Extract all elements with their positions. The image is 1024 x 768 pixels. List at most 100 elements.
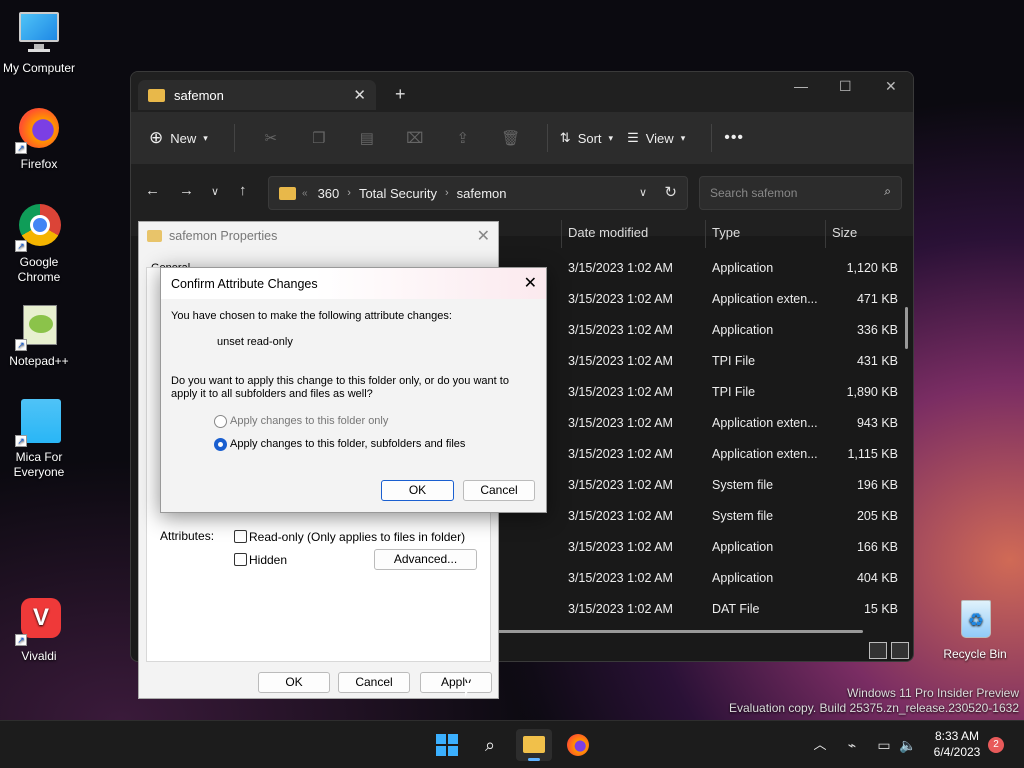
more-options-icon[interactable]: ••• — [724, 129, 744, 147]
forward-arrow-icon[interactable]: → — [179, 182, 194, 199]
file-type: Application — [712, 261, 774, 275]
tiles-view-icon[interactable] — [891, 642, 909, 659]
cut-icon[interactable]: ✂ — [247, 129, 295, 147]
column-header-type[interactable]: Type — [712, 225, 740, 240]
file-type: Application exten... — [712, 447, 818, 461]
view-button-label: View — [645, 130, 674, 146]
file-type: DAT File — [712, 602, 760, 616]
desktop-icon-vivaldi[interactable]: V ↗ Vivaldi — [0, 598, 79, 664]
chevron-up-icon[interactable]: ︿ — [802, 729, 838, 761]
advanced-button[interactable]: Advanced... — [374, 549, 477, 570]
radio-all-subfolders[interactable] — [214, 438, 227, 451]
chevron-right-icon: › — [347, 187, 351, 199]
confirm-question-line-1: Do you want to apply this change to this… — [171, 375, 509, 387]
shortcut-arrow-icon: ↗ — [15, 142, 27, 154]
attributes-label: Attributes: — [160, 529, 215, 543]
shortcut-arrow-icon: ↗ — [15, 435, 27, 447]
desktop-icon-label: Notepad++ — [9, 354, 69, 368]
overflow-icon[interactable]: « — [302, 188, 308, 199]
delete-icon[interactable]: 🗑 — [487, 129, 535, 147]
desktop-icon-mica[interactable]: ↗ Mica For Everyone — [0, 399, 79, 480]
confirm-cancel-button[interactable]: Cancel — [463, 480, 535, 501]
ok-button[interactable]: OK — [258, 672, 330, 693]
file-type: Application exten... — [712, 416, 818, 430]
file-explorer-taskbar-icon[interactable] — [516, 729, 552, 761]
desktop-icon-notepadpp[interactable]: ↗ Notepad++ — [0, 303, 79, 369]
notepadpp-icon: ↗ — [15, 303, 63, 351]
apply-button[interactable]: Apply — [420, 672, 492, 693]
explorer-chrome: safemon ✕ + — ☐ ✕ ⊕ New ▾ ✂ ❐ ▤ ⌧ ⇪ 🗑 ⇅ … — [131, 72, 913, 236]
hidden-checkbox[interactable] — [234, 553, 247, 566]
tab-title: safemon — [174, 87, 224, 103]
recycle-bin-icon: ♻ — [951, 596, 999, 644]
view-button[interactable]: ☰ View ▾ — [627, 130, 685, 146]
search-input[interactable]: Search safemon — [710, 186, 797, 200]
file-size: 431 KB — [856, 354, 898, 368]
maximize-icon[interactable]: ☐ — [839, 78, 852, 95]
address-bar[interactable]: « 360 › Total Security › safemon ∨ ↻ — [268, 176, 688, 210]
share-icon[interactable]: ⇪ — [439, 129, 487, 147]
cancel-button[interactable]: Cancel — [338, 672, 410, 693]
file-size: 1,115 KB — [847, 447, 898, 461]
desktop-icon-chrome[interactable]: ↗ Google Chrome — [0, 204, 79, 285]
desktop-icon-firefox[interactable]: ↗ Firefox — [0, 106, 79, 172]
breadcrumb-item[interactable]: 360 — [318, 186, 340, 201]
back-arrow-icon[interactable]: ← — [145, 182, 160, 199]
taskbar: ⌕ ︿ ⌁ ▭ 🔈 8:33 AM 6/4/2023 2 — [0, 720, 1024, 768]
desktop-icon-my-computer[interactable]: My Computer — [0, 10, 79, 76]
close-icon[interactable]: ✕ — [477, 226, 490, 246]
shortcut-arrow-icon: ↗ — [15, 240, 27, 252]
horizontal-scrollbar[interactable] — [497, 630, 863, 633]
properties-title: safemon Properties — [169, 229, 278, 243]
rename-icon[interactable]: ⌧ — [391, 129, 439, 147]
copy-icon[interactable]: ❐ — [295, 129, 343, 147]
start-windows-icon[interactable] — [429, 729, 465, 761]
breadcrumb-item[interactable]: safemon — [457, 186, 507, 201]
new-button[interactable]: ⊕ New ▾ — [149, 128, 208, 148]
explorer-tab[interactable]: safemon ✕ — [138, 80, 376, 110]
notification-badge[interactable]: 2 — [988, 737, 1004, 753]
radio-folder-only[interactable] — [214, 415, 227, 428]
desktop-icon-label: Firefox — [20, 157, 58, 171]
column-header-date[interactable]: Date modified — [568, 225, 648, 240]
confirm-ok-button[interactable]: OK — [381, 480, 454, 501]
refresh-icon[interactable]: ↻ — [664, 183, 677, 201]
breadcrumb-item[interactable]: Total Security — [359, 186, 437, 201]
sort-button[interactable]: ⇅ Sort ▾ — [560, 130, 613, 146]
recent-locations-icon[interactable]: ∨ — [211, 185, 219, 198]
shortcut-arrow-icon: ↗ — [15, 634, 27, 646]
properties-title-bar: safemon Properties — [147, 229, 277, 243]
column-header-size[interactable]: Size — [832, 225, 857, 240]
desktop-icon-recycle-bin[interactable]: ♻ Recycle Bin — [935, 596, 1015, 662]
hidden-label: Hidden — [249, 553, 288, 567]
file-date: 3/15/2023 1:02 AM — [568, 323, 673, 337]
sort-button-label: Sort — [577, 130, 602, 146]
search-icon[interactable]: ⌕ — [472, 729, 508, 761]
folder-icon — [148, 88, 165, 102]
mica-icon: ↗ — [15, 399, 63, 447]
search-box[interactable]: Search safemon ⌕ — [699, 176, 902, 210]
sort-icon: ⇅ — [559, 130, 571, 145]
file-date: 3/15/2023 1:02 AM — [568, 261, 673, 275]
clock-date[interactable]: 6/4/2023 — [930, 745, 984, 759]
file-date: 3/15/2023 1:02 AM — [568, 354, 673, 368]
minimize-icon[interactable]: — — [794, 78, 808, 94]
clock-time[interactable]: 8:33 AM — [932, 729, 982, 743]
firefox-taskbar-icon[interactable] — [560, 729, 596, 761]
readonly-checkbox[interactable] — [234, 530, 247, 543]
file-size: 166 KB — [856, 540, 898, 554]
new-button-label: New — [170, 130, 197, 146]
paste-icon[interactable]: ▤ — [343, 129, 391, 147]
desktop-icon-label: Google Chrome — [17, 255, 61, 284]
up-arrow-icon[interactable]: ↑ — [239, 182, 247, 199]
confirm-question-line-2: apply it to all subfolders and files as … — [171, 388, 373, 400]
vertical-scrollbar[interactable] — [905, 307, 908, 349]
tab-close-icon[interactable]: ✕ — [353, 86, 366, 104]
address-dropdown-icon[interactable]: ∨ — [639, 186, 647, 199]
close-icon[interactable]: ✕ — [524, 273, 537, 293]
details-view-icon[interactable] — [869, 642, 887, 659]
network-offline-icon[interactable]: ⌁ — [834, 729, 870, 761]
close-window-icon[interactable]: ✕ — [885, 78, 897, 95]
volume-icon[interactable]: 🔈 — [890, 729, 926, 761]
new-tab-icon[interactable]: + — [395, 84, 406, 105]
